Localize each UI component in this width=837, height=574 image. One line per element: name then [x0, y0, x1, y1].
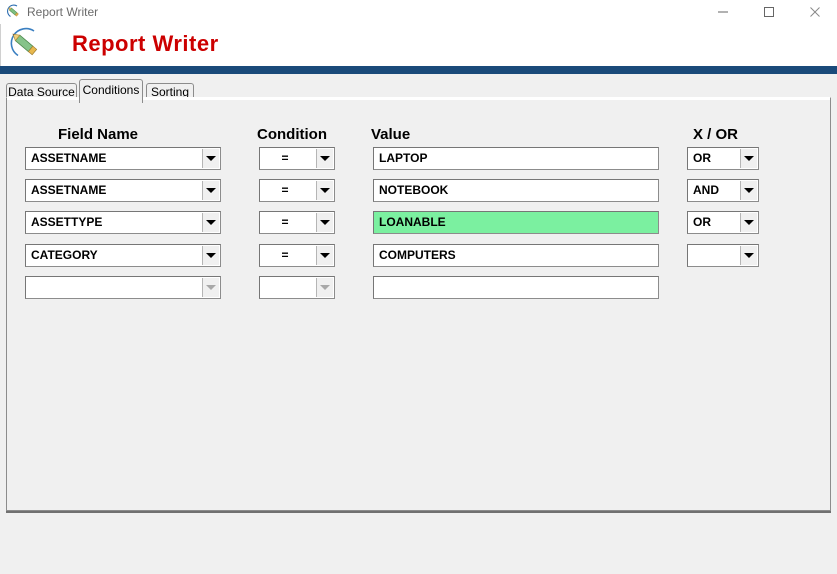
app-banner: Report Writer — [0, 24, 837, 66]
field-name-combobox[interactable]: ASSETTYPE — [25, 211, 221, 234]
condition-value: = — [281, 151, 289, 165]
value-input[interactable] — [373, 276, 659, 299]
chevron-down-icon[interactable] — [202, 278, 219, 297]
value-text: COMPUTERS — [379, 248, 456, 262]
column-header-value: Value — [371, 126, 411, 143]
value-input[interactable]: NOTEBOOK — [373, 179, 659, 202]
chevron-down-icon[interactable] — [202, 181, 219, 200]
condition-row-empty — [7, 276, 830, 308]
condition-combobox[interactable]: = — [259, 244, 335, 267]
close-icon[interactable] — [792, 0, 837, 24]
chevron-down-icon[interactable] — [316, 278, 333, 297]
chevron-down-icon[interactable] — [202, 213, 219, 232]
column-header-xor: X / OR — [693, 126, 739, 143]
condition-value: = — [281, 248, 289, 262]
field-name-value: ASSETNAME — [31, 183, 107, 197]
window-title: Report Writer — [27, 5, 99, 19]
value-input[interactable]: COMPUTERS — [373, 244, 659, 267]
chevron-down-icon[interactable] — [202, 246, 219, 265]
xor-combobox[interactable] — [687, 244, 759, 267]
tab-strip: Data Source Conditions Sorting — [6, 79, 831, 103]
field-name-combobox[interactable]: CATEGORY — [25, 244, 221, 267]
xor-combobox[interactable]: OR — [687, 147, 759, 170]
xor-combobox[interactable]: AND — [687, 179, 759, 202]
pencil-icon — [6, 4, 22, 20]
field-name-value: ASSETTYPE — [31, 215, 103, 229]
chevron-down-icon[interactable] — [316, 213, 333, 232]
condition-row: CATEGORY = COMPUTERS — [7, 244, 830, 276]
value-text: LOANABLE — [379, 215, 446, 229]
condition-combobox[interactable]: = — [259, 211, 335, 234]
title-bar: Report Writer — [0, 0, 837, 24]
xor-value: OR — [693, 215, 711, 229]
conditions-panel: Field Name Condition Value X / OR ASSETN… — [6, 97, 831, 511]
chevron-down-icon[interactable] — [740, 149, 757, 168]
field-name-value: ASSETNAME — [31, 151, 107, 165]
xor-value: AND — [693, 183, 719, 197]
report-writer-window: Report Writer Report Writer Data Source … — [0, 0, 837, 574]
chevron-down-icon[interactable] — [740, 246, 757, 265]
banner-rule — [0, 66, 837, 74]
condition-combobox[interactable]: = — [259, 147, 335, 170]
condition-combobox[interactable] — [259, 276, 335, 299]
column-header-field-name: Field Name — [58, 126, 139, 143]
page-title: Report Writer — [72, 31, 219, 56]
value-text: LAPTOP — [379, 151, 428, 165]
maximize-icon[interactable] — [746, 0, 792, 24]
condition-value: = — [281, 183, 289, 197]
field-name-combobox[interactable] — [25, 276, 221, 299]
chevron-down-icon[interactable] — [316, 149, 333, 168]
value-input-highlighted[interactable]: LOANABLE — [373, 211, 659, 234]
xor-value: OR — [693, 151, 711, 165]
condition-row: ASSETTYPE = LOANABLE OR — [7, 211, 830, 243]
xor-combobox[interactable]: OR — [687, 211, 759, 234]
chevron-down-icon[interactable] — [316, 181, 333, 200]
minimize-icon[interactable] — [700, 0, 746, 24]
value-input[interactable]: LAPTOP — [373, 147, 659, 170]
chevron-down-icon[interactable] — [316, 246, 333, 265]
chevron-down-icon[interactable] — [202, 149, 219, 168]
field-name-combobox[interactable]: ASSETNAME — [25, 179, 221, 202]
tab-conditions[interactable]: Conditions — [79, 79, 143, 103]
value-text: NOTEBOOK — [379, 183, 449, 197]
condition-value: = — [281, 215, 289, 229]
pencil-logo-icon — [7, 26, 45, 64]
condition-row: ASSETNAME = NOTEBOOK AND — [7, 179, 830, 211]
chevron-down-icon[interactable] — [740, 181, 757, 200]
chevron-down-icon[interactable] — [740, 213, 757, 232]
condition-combobox[interactable]: = — [259, 179, 335, 202]
column-header-condition: Condition — [257, 126, 327, 143]
action-button-bar: Save Retrieve X — [0, 513, 837, 574]
field-name-value: CATEGORY — [31, 248, 98, 262]
field-name-combobox[interactable]: ASSETNAME — [25, 147, 221, 170]
condition-row: ASSETNAME = LAPTOP OR — [7, 147, 830, 179]
